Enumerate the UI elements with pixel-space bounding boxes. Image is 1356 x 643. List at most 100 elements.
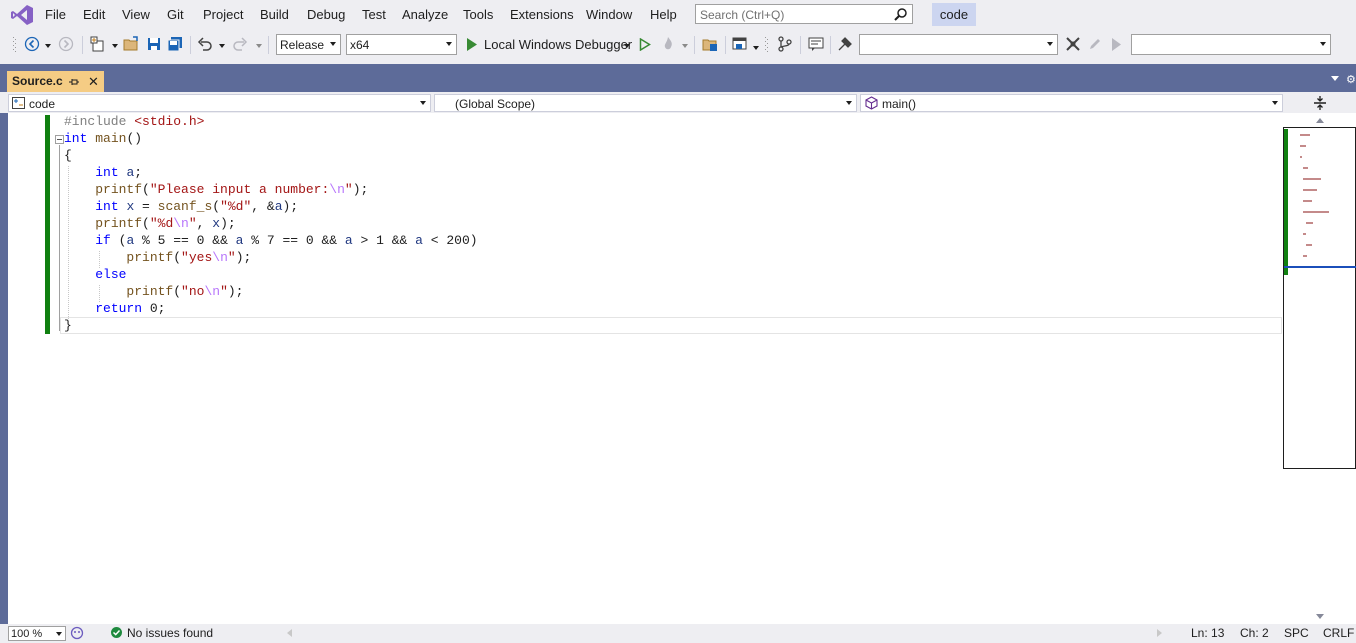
target-dropdown[interactable] — [1131, 34, 1331, 55]
save-icon[interactable] — [146, 36, 162, 52]
scope-dropdown[interactable]: (Global Scope) — [434, 94, 857, 112]
feedback-icon[interactable] — [837, 36, 853, 52]
open-file-icon[interactable] — [123, 36, 139, 52]
layout-dropdown-icon[interactable] — [753, 46, 759, 50]
code-line-8[interactable]: if (a % 5 == 0 && a % 7 == 0 && a > 1 &&… — [64, 232, 477, 249]
new-project-icon[interactable] — [90, 36, 106, 52]
redo-icon[interactable] — [232, 36, 248, 52]
tab-label: Source.c — [12, 74, 63, 88]
chevron-down-icon — [446, 42, 452, 46]
hot-reload-dropdown-icon[interactable] — [682, 44, 688, 48]
solution-explorer-icon[interactable] — [702, 36, 718, 52]
menu-window[interactable]: Window — [586, 7, 632, 22]
platform-dropdown[interactable]: x64 — [346, 34, 457, 55]
save-all-icon[interactable] — [167, 36, 183, 52]
redo-dropdown-icon[interactable] — [256, 44, 262, 48]
code-line-9[interactable]: printf("yes\n"); — [64, 249, 251, 266]
undo-icon[interactable] — [197, 36, 213, 52]
toolbar-grip-icon[interactable] — [13, 36, 17, 54]
code-line-1[interactable]: #include <stdio.h> — [64, 113, 204, 130]
menu-analyze[interactable]: Analyze — [402, 7, 448, 22]
code-line-3[interactable]: { — [64, 147, 72, 164]
chevron-down-icon — [846, 101, 852, 105]
code-line-11[interactable]: printf("no\n"); — [64, 283, 243, 300]
window-layout-icon[interactable] — [732, 36, 748, 52]
minimap-line — [1303, 200, 1312, 202]
start-debug-icon[interactable] — [466, 38, 478, 51]
close-icon[interactable]: ✕ — [88, 74, 99, 90]
menu-view[interactable]: View — [122, 7, 150, 22]
member-dropdown[interactable]: main() — [860, 94, 1283, 112]
menu-extensions[interactable]: Extensions — [510, 7, 574, 22]
toolbar-grip-icon[interactable] — [765, 36, 769, 54]
minimap-change-bar — [1284, 129, 1288, 275]
debug-target-dropdown-icon[interactable] — [624, 44, 630, 48]
search-placeholder: Search (Ctrl+Q) — [700, 8, 785, 22]
minimap-line — [1300, 156, 1302, 158]
menu-tools[interactable]: Tools — [463, 7, 493, 22]
whitespace-mode[interactable]: SPC — [1284, 626, 1309, 640]
start-debug-button[interactable]: Local Windows Debugger — [484, 37, 632, 52]
comment-icon[interactable] — [808, 36, 824, 52]
project-dropdown[interactable]: code — [8, 94, 431, 112]
change-tracking-bar — [45, 115, 50, 334]
back-icon[interactable] — [24, 36, 40, 52]
code-line-12[interactable]: return 0; — [64, 300, 165, 317]
hot-reload-icon[interactable] — [660, 36, 676, 52]
pin-icon[interactable] — [69, 77, 79, 87]
copilot-icon[interactable] — [70, 626, 84, 640]
git-branch-icon[interactable] — [777, 36, 793, 52]
chevron-down-icon — [1047, 42, 1053, 46]
scroll-right-icon[interactable] — [1157, 629, 1162, 637]
search-box[interactable]: Search (Ctrl+Q) — [695, 4, 913, 24]
code-line-7[interactable]: printf("%d\n", x); — [64, 215, 235, 232]
scroll-down-icon[interactable] — [1316, 614, 1324, 619]
tab-list-dropdown-icon[interactable] — [1331, 76, 1339, 81]
new-dropdown-icon[interactable] — [112, 44, 118, 48]
menu-test[interactable]: Test — [362, 7, 386, 22]
minimap-line — [1303, 178, 1321, 180]
code-line-13[interactable]: } — [64, 317, 72, 334]
menu-help[interactable]: Help — [650, 7, 677, 22]
visual-studio-logo-icon[interactable] — [10, 4, 34, 26]
minimap-line — [1303, 189, 1317, 191]
code-line-10[interactable]: else — [64, 266, 126, 283]
split-icon[interactable] — [1312, 95, 1328, 111]
pencil-icon[interactable] — [1087, 36, 1103, 52]
scroll-left-icon[interactable] — [287, 629, 292, 637]
menu-debug[interactable]: Debug — [307, 7, 345, 22]
menu-git[interactable]: Git — [167, 7, 184, 22]
menu-edit[interactable]: Edit — [83, 7, 105, 22]
configuration-dropdown[interactable]: Release — [276, 34, 341, 55]
find-dropdown[interactable] — [859, 34, 1058, 55]
code-line-6[interactable]: int x = scanf_s("%d", &a); — [64, 198, 298, 215]
forward-icon[interactable] — [58, 36, 74, 52]
toolbar-separator — [268, 36, 269, 54]
code-line-2[interactable]: int main() — [64, 130, 142, 147]
scroll-up-icon[interactable] — [1316, 118, 1324, 123]
gear-icon[interactable]: ⚙ — [1346, 73, 1356, 86]
line-ending[interactable]: CRLF — [1323, 626, 1354, 640]
tab-source-c[interactable]: Source.c ✕ — [7, 71, 104, 92]
code-line-5[interactable]: printf("Please input a number:\n"); — [64, 181, 368, 198]
column-number[interactable]: Ch: 2 — [1240, 626, 1269, 640]
minimap-line — [1306, 244, 1312, 246]
collapse-icon[interactable] — [55, 135, 64, 144]
solution-name-badge[interactable]: code — [932, 3, 976, 26]
run-icon[interactable] — [1111, 38, 1122, 51]
back-dropdown-icon[interactable] — [45, 44, 51, 48]
start-without-debug-icon[interactable] — [639, 38, 651, 51]
menu-file[interactable]: File — [45, 7, 66, 22]
menu-project[interactable]: Project — [203, 7, 243, 22]
tools-icon[interactable] — [1065, 36, 1081, 52]
line-number[interactable]: Ln: 13 — [1191, 626, 1224, 640]
issues-status[interactable]: No issues found — [127, 626, 213, 640]
minimap-line — [1303, 167, 1308, 169]
zoom-value: 100 % — [11, 628, 43, 640]
toolbar-separator — [694, 36, 695, 54]
undo-dropdown-icon[interactable] — [219, 44, 225, 48]
code-line-4[interactable]: int a; — [64, 164, 142, 181]
menu-build[interactable]: Build — [260, 7, 289, 22]
ok-icon[interactable] — [111, 627, 122, 638]
zoom-dropdown[interactable]: 100 % — [8, 626, 66, 641]
